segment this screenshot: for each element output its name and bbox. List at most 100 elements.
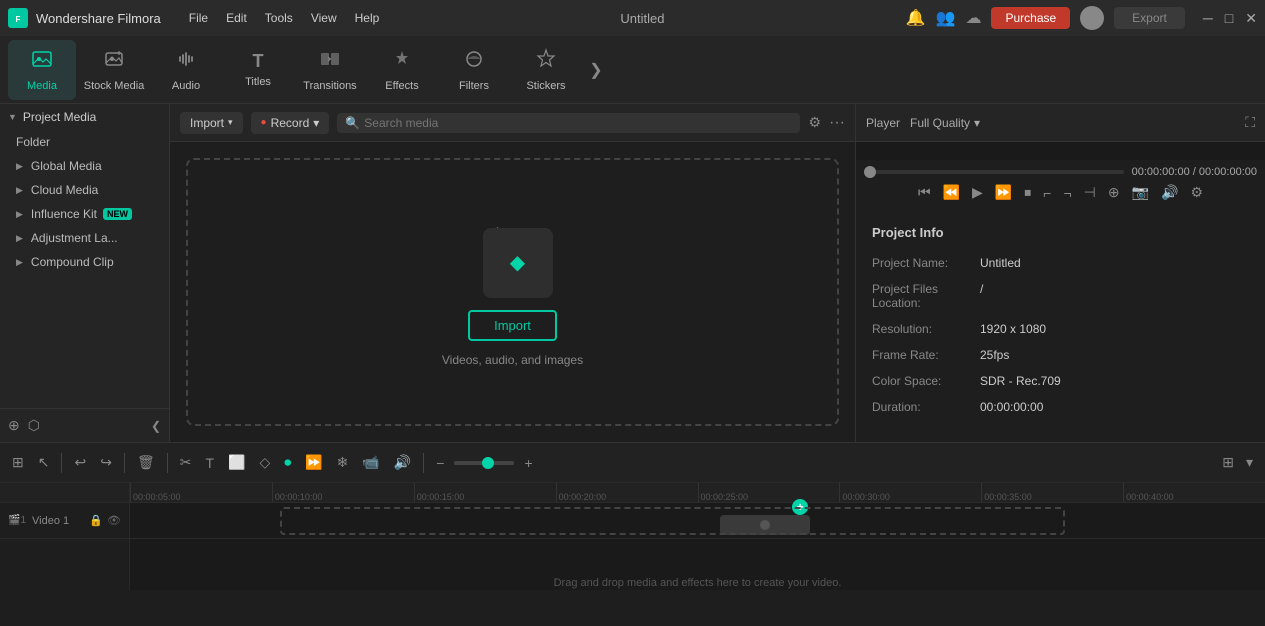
sidebar-item-cloud-media[interactable]: ▶ Cloud Media: [0, 178, 169, 202]
titlebar-right: 🔔 👥 ☁ Purchase Export ─ □ ✕: [906, 6, 1257, 30]
sidebar-project-media[interactable]: ▼ Project Media: [0, 104, 169, 130]
mark-out-icon[interactable]: ¬: [1059, 183, 1075, 203]
video-tl-button[interactable]: 📹: [358, 450, 383, 475]
speed-button[interactable]: ⏩: [301, 450, 326, 475]
skip-back-icon[interactable]: ⏮: [914, 182, 935, 203]
community-icon[interactable]: 👥: [936, 8, 956, 28]
ruler-marks: 00:00:05:00 00:00:10:00 00:00:15:00 00:0…: [130, 483, 1265, 502]
fullscreen-icon[interactable]: ⛶: [1245, 114, 1255, 131]
sidebar-collapse-button[interactable]: ❮: [151, 419, 161, 433]
player-tab[interactable]: Player: [866, 116, 900, 130]
mark-in-icon[interactable]: ⌐: [1039, 183, 1055, 203]
project-files-label: Project Files Location:: [872, 282, 972, 310]
import-button[interactable]: Import ▾: [180, 112, 243, 134]
settings-ctrl-icon[interactable]: ⚙: [1186, 182, 1207, 203]
zoom-slider[interactable]: [454, 461, 514, 465]
zoom-thumb[interactable]: [482, 457, 494, 469]
ruler-mark-1: 00:00:10:00: [272, 483, 414, 502]
stock-media-label: Stock Media: [84, 80, 145, 92]
toolbar-more-button[interactable]: ❯: [584, 40, 608, 100]
record-button[interactable]: ● Record ▾: [251, 112, 330, 134]
cursor-button[interactable]: ↖: [34, 450, 54, 475]
menu-file[interactable]: File: [189, 11, 208, 25]
stop-icon[interactable]: ⏹: [1020, 182, 1035, 203]
control-buttons: ⏮ ⏪ ▶ ⏩ ⏹ ⌐ ¬ ⊣ ⊕ 📷 🔊 ⚙: [864, 182, 1257, 203]
menu-edit[interactable]: Edit: [226, 11, 247, 25]
chevron-right-icon: ❯: [589, 60, 602, 80]
frame-forward-icon[interactable]: ⏩: [991, 182, 1016, 203]
minimize-button[interactable]: ─: [1203, 10, 1213, 27]
toolbar-item-effects[interactable]: Effects: [368, 40, 436, 100]
zoom-out-button[interactable]: −: [432, 451, 448, 475]
titlebar-menu: File Edit Tools View Help: [189, 11, 380, 25]
record-tl-button[interactable]: ⏺: [280, 450, 295, 475]
filter-icon[interactable]: ⚙: [808, 114, 821, 131]
progress-bar[interactable]: [864, 170, 1124, 174]
quality-select[interactable]: Full Quality ▾: [910, 116, 980, 130]
grid-view-button[interactable]: ⊞: [1218, 450, 1238, 475]
more-tl-button[interactable]: ▾: [1242, 450, 1257, 475]
frame-back-icon[interactable]: ⏪: [939, 182, 964, 203]
upload-icon[interactable]: ☁: [965, 8, 981, 28]
track-mute-icon[interactable]: 👁: [107, 514, 121, 527]
search-icon: 🔍: [345, 116, 360, 130]
zoom-track[interactable]: [454, 461, 514, 465]
avatar[interactable]: [1080, 6, 1104, 30]
purchase-button[interactable]: Purchase: [991, 7, 1070, 29]
split-icon[interactable]: ⊣: [1080, 182, 1100, 203]
undo-button[interactable]: ↩: [70, 450, 90, 475]
sidebar-item-compound-clip[interactable]: ▶ Compound Clip: [0, 250, 169, 274]
search-input[interactable]: [364, 116, 792, 130]
audio-ctrl-icon[interactable]: 🔊: [1157, 182, 1182, 203]
snapshot-icon[interactable]: 📷: [1128, 182, 1153, 203]
export-button[interactable]: Export: [1114, 7, 1185, 29]
drop-hint-timeline: Drag and drop media and effects here to …: [130, 577, 1265, 589]
toolbar-item-stock-media[interactable]: Stock Media: [80, 40, 148, 100]
add-folder-icon[interactable]: ⊕: [8, 417, 20, 434]
close-button[interactable]: ✕: [1245, 10, 1257, 27]
sidebar-item-adjustment[interactable]: ▶ Adjustment La...: [0, 226, 169, 250]
toolbar-item-media[interactable]: Media: [8, 40, 76, 100]
ruler-mark-2: 00:00:15:00: [414, 483, 556, 502]
toolbar-item-filters[interactable]: Filters: [440, 40, 508, 100]
titlebar-left: F Wondershare Filmora File Edit Tools Vi…: [8, 8, 379, 28]
track-lock-icon[interactable]: 🔒: [89, 514, 103, 527]
toolbar-item-transitions[interactable]: Transitions: [296, 40, 364, 100]
track-drag-area[interactable]: [280, 507, 1065, 535]
notification-icon[interactable]: 🔔: [906, 8, 926, 28]
svg-text:F: F: [16, 15, 21, 24]
zoom-in-button[interactable]: +: [520, 451, 536, 475]
more-options-icon[interactable]: ···: [829, 114, 845, 132]
menu-view[interactable]: View: [311, 11, 337, 25]
progress-handle[interactable]: [864, 166, 876, 178]
toolbar-item-stickers[interactable]: Stickers: [512, 40, 580, 100]
freeze-button[interactable]: ❄: [333, 450, 353, 475]
sidebar-item-folder[interactable]: Folder: [0, 130, 169, 154]
crop-button[interactable]: ⬜: [224, 450, 249, 475]
project-info-title: Project Info: [872, 225, 1249, 240]
tl-separator-3: [167, 453, 168, 473]
redo-button[interactable]: ↪: [96, 450, 116, 475]
drop-icon-wrap: ↓ ◆: [473, 218, 553, 298]
play-button[interactable]: ▶: [968, 182, 987, 203]
zoom-icon[interactable]: ⊕: [1104, 182, 1124, 203]
sidebar-compound-clip-label: Compound Clip: [31, 255, 114, 269]
timeline-body: 🎬1 Video 1 🔒 👁 00:00:05:00 00:00:10:00 0…: [0, 483, 1265, 590]
toolbar-item-audio[interactable]: Audio: [152, 40, 220, 100]
text-button[interactable]: T: [201, 451, 218, 475]
link-icon[interactable]: ⬡: [28, 417, 40, 434]
sidebar-item-global-media[interactable]: ▶ Global Media: [0, 154, 169, 178]
sidebar-item-influence-kit[interactable]: ▶ Influence Kit NEW: [0, 202, 169, 226]
ripple-button[interactable]: ◇: [255, 450, 274, 475]
delete-button[interactable]: 🗑: [133, 450, 159, 475]
toolbar-item-titles[interactable]: T Titles: [224, 40, 292, 100]
maximize-button[interactable]: □: [1225, 10, 1233, 27]
menu-tools[interactable]: Tools: [265, 11, 293, 25]
cut-button[interactable]: ✂: [176, 450, 196, 475]
ruler-corner: [0, 483, 129, 503]
audio-tl-button[interactable]: 🔊: [390, 450, 415, 475]
import-large-button[interactable]: Import: [468, 310, 557, 341]
menu-help[interactable]: Help: [355, 11, 380, 25]
scene-detect-button[interactable]: ⊞: [8, 450, 28, 475]
filters-label: Filters: [459, 80, 489, 92]
